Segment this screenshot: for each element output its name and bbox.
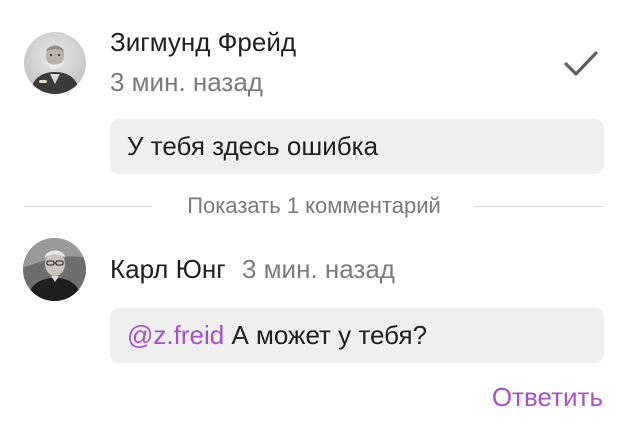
comment-bubble: @z.freid А может у тебя?: [110, 308, 604, 363]
comment-text: А может у тебя?: [231, 320, 428, 350]
comment-timestamp: 3 мин. назад: [242, 254, 395, 284]
thread-divider-left: [24, 206, 152, 207]
avatar-photo-icon: [24, 32, 86, 94]
show-more-comments-link[interactable]: Показать 1 комментарий: [156, 193, 472, 219]
avatar-jung[interactable]: [23, 238, 86, 301]
comment-text: У тебя здесь ошибка: [127, 131, 379, 161]
comment-timestamp: 3 мин. назад: [110, 67, 263, 97]
comment-bubble: У тебя здесь ошибка: [110, 119, 604, 174]
reply-button[interactable]: Ответить: [492, 382, 603, 413]
thread-divider-right: [474, 206, 604, 207]
check-icon[interactable]: [563, 49, 599, 79]
user-mention-link[interactable]: @z.freid: [127, 320, 224, 350]
avatar-freud[interactable]: [24, 32, 86, 94]
comment-author[interactable]: Карл Юнг: [110, 254, 226, 285]
comment-author[interactable]: Зигмунд Фрейд: [110, 27, 296, 58]
avatar-photo-icon: [23, 238, 86, 301]
